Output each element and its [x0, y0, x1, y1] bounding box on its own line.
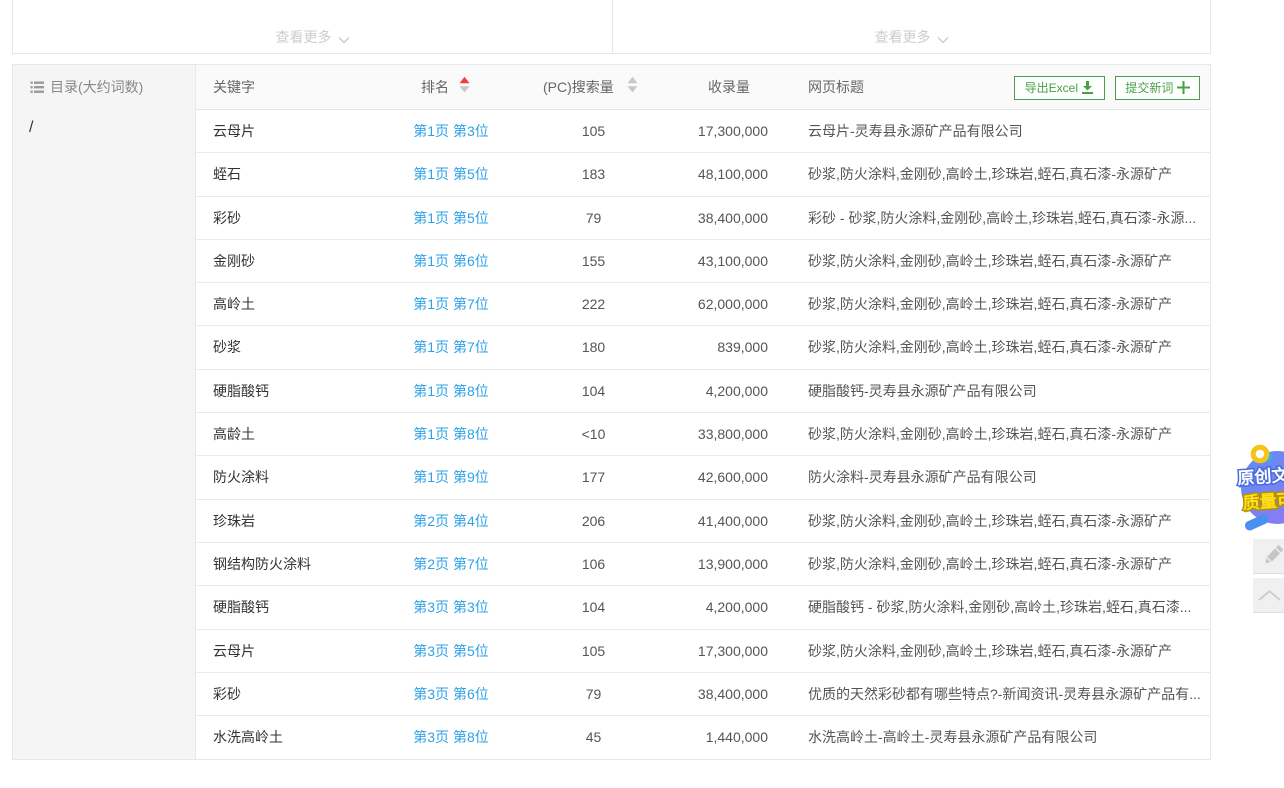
svg-text:质量可: 质量可	[1242, 489, 1284, 513]
svg-text:原创文: 原创文	[1237, 465, 1284, 489]
